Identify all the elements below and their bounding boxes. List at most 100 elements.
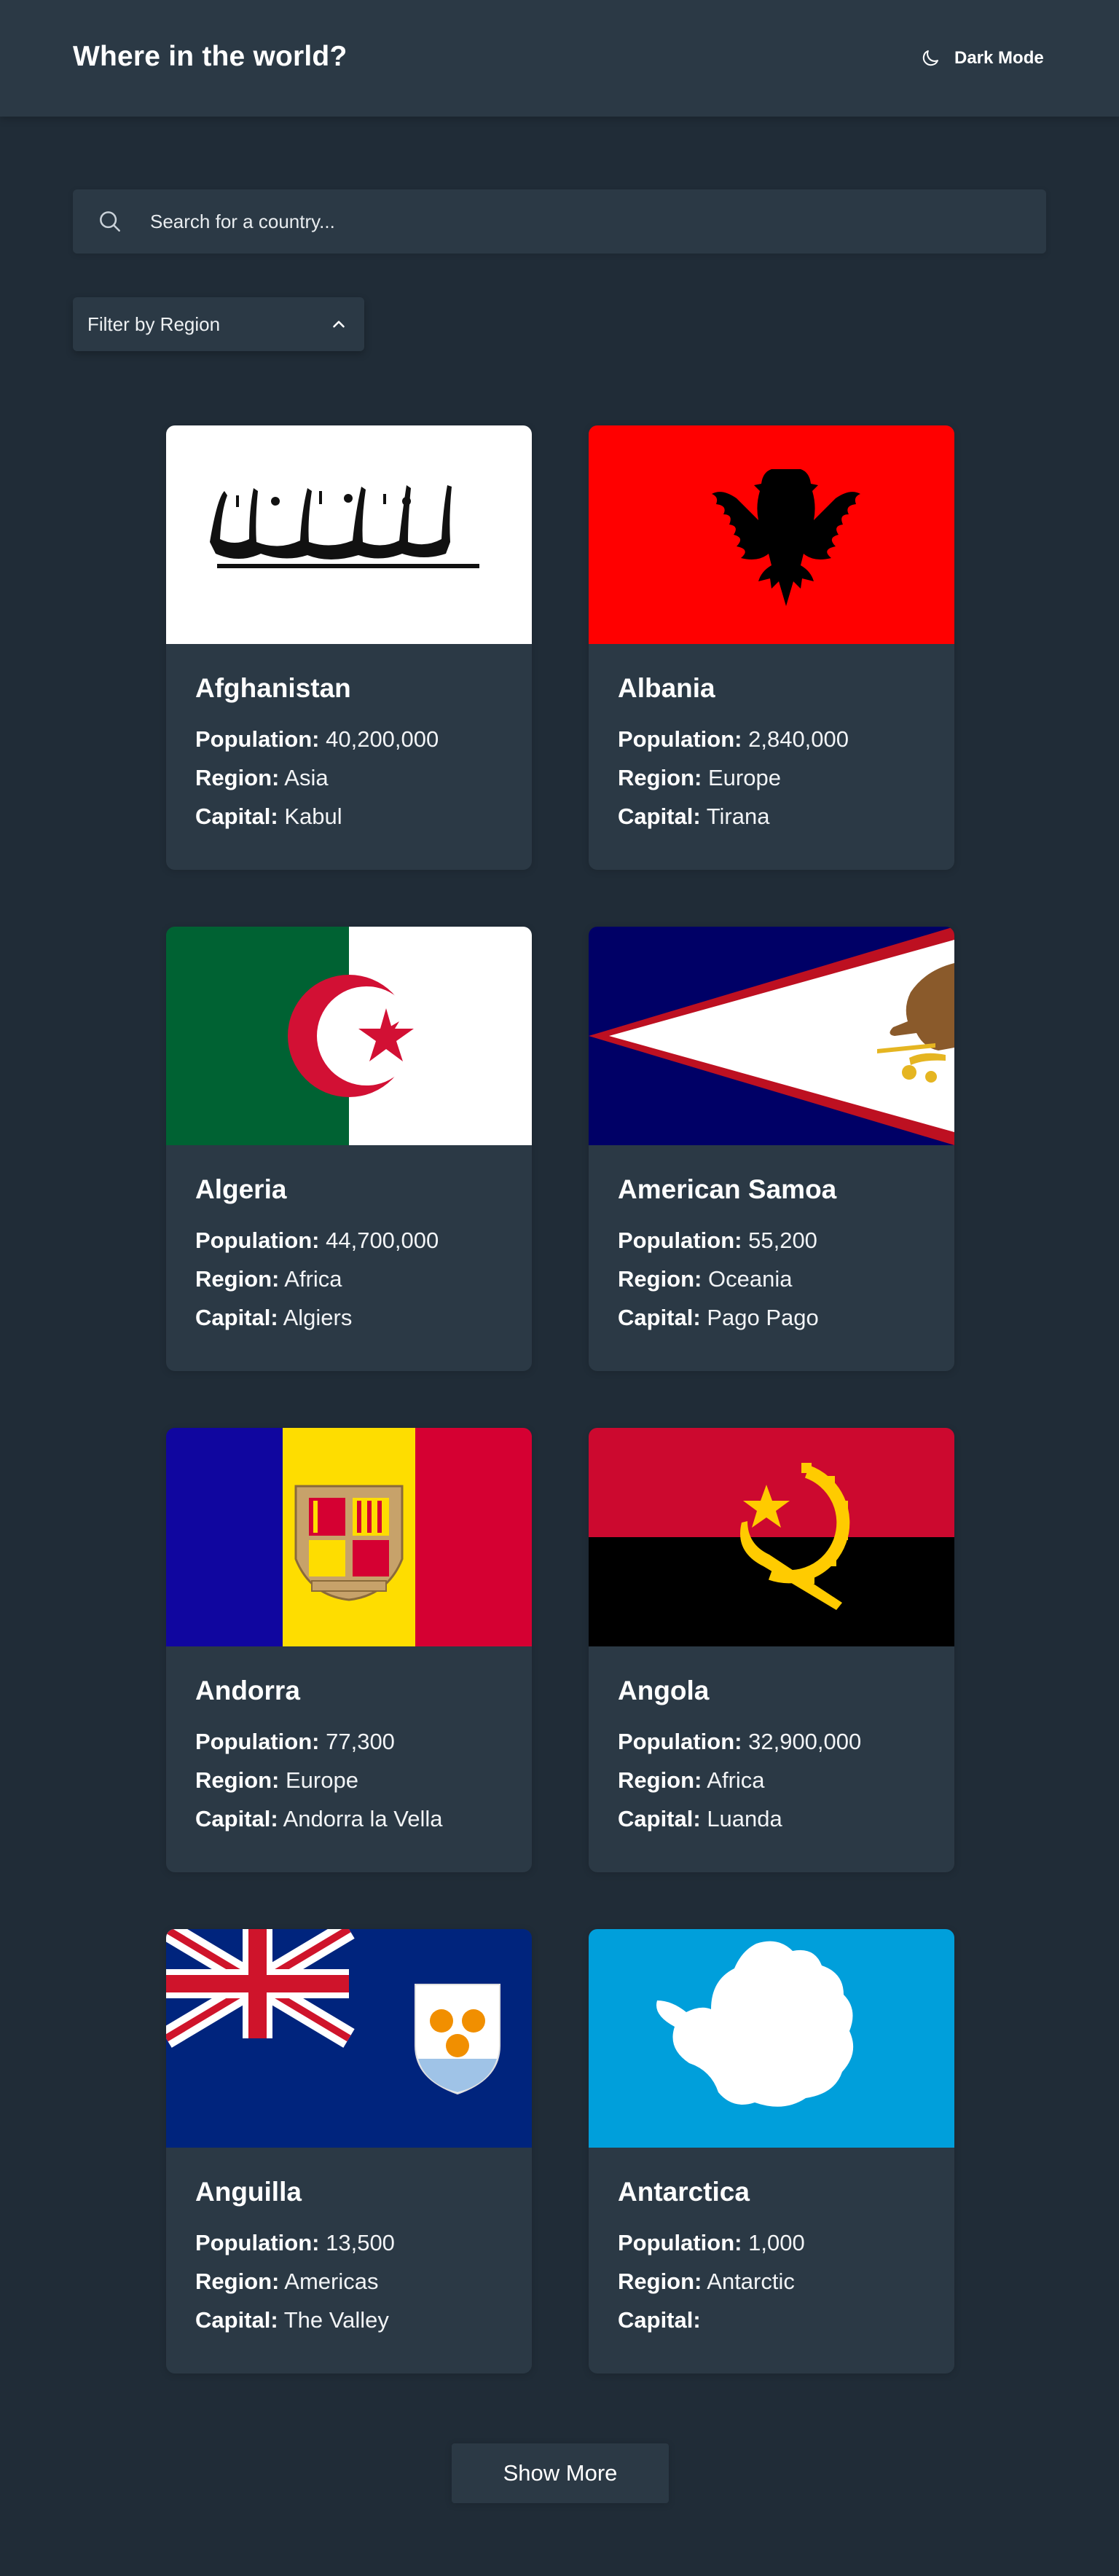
population-line: Population: 40,200,000: [195, 720, 503, 758]
population-value: 32,900,000: [748, 1729, 862, 1754]
country-card[interactable]: Antarctica Population: 1,000 Region: Ant…: [589, 1929, 954, 2373]
population-label: Population:: [618, 726, 742, 752]
region-value: Oceania: [708, 1266, 793, 1292]
angola-flag: [589, 1428, 954, 1646]
algeria-flag: [166, 927, 532, 1145]
capital-value: Pago Pago: [707, 1305, 819, 1330]
antarctica-flag: [589, 1929, 954, 2148]
andorra-flag: [166, 1428, 532, 1646]
country-card[interactable]: Anguilla Population: 13,500 Region: Amer…: [166, 1929, 532, 2373]
capital-label: Capital:: [195, 1305, 278, 1330]
capital-line: Capital: Tirana: [618, 797, 925, 836]
population-value: 2,840,000: [748, 726, 849, 752]
population-label: Population:: [618, 1729, 742, 1754]
population-line: Population: 77,300: [195, 1722, 503, 1761]
region-filter-label: Filter by Region: [87, 313, 221, 335]
region-value: Africa: [707, 1767, 765, 1793]
capital-line: Capital: Andorra la Vella: [195, 1799, 503, 1838]
capital-line: Capital: The Valley: [195, 2301, 503, 2339]
population-value: 44,700,000: [326, 1228, 439, 1253]
capital-label: Capital:: [618, 804, 701, 829]
search-bar: [73, 189, 1046, 254]
population-value: 77,300: [326, 1729, 395, 1754]
anguilla-flag: [166, 1929, 532, 2148]
region-value: Africa: [284, 1266, 342, 1292]
region-line: Region: Antarctic: [618, 2262, 925, 2301]
country-name: Angola: [618, 1676, 710, 1705]
moon-icon: [922, 50, 938, 66]
country-card[interactable]: Andorra Population: 77,300 Region: Europ…: [166, 1428, 532, 1872]
population-value: 1,000: [748, 2230, 805, 2255]
population-value: 55,200: [748, 1228, 817, 1253]
country-card[interactable]: Algeria Population: 44,700,000 Region: A…: [166, 927, 532, 1371]
capital-value: Algiers: [283, 1305, 353, 1330]
region-filter-dropdown[interactable]: Filter by Region: [73, 297, 364, 351]
country-name: Albania: [618, 673, 715, 703]
region-value: Europe: [708, 765, 781, 790]
region-value: Antarctic: [707, 2269, 795, 2294]
capital-label: Capital:: [195, 1806, 278, 1831]
capital-line: Capital: Algiers: [195, 1298, 503, 1337]
country-card[interactable]: Albania Population: 2,840,000 Region: Eu…: [589, 425, 954, 870]
region-label: Region:: [618, 1266, 702, 1292]
population-value: 40,200,000: [326, 726, 439, 752]
capital-value: Tirana: [706, 804, 770, 829]
population-label: Population:: [195, 2230, 320, 2255]
dark-mode-toggle[interactable]: Dark Mode: [919, 44, 1044, 73]
afghanistan-flag: [166, 425, 532, 644]
region-label: Region:: [195, 2269, 280, 2294]
population-label: Population:: [618, 1228, 742, 1253]
capital-line: Capital: Kabul: [195, 797, 503, 836]
population-label: Population:: [195, 1228, 320, 1253]
population-line: Population: 44,700,000: [195, 1221, 503, 1260]
population-label: Population:: [618, 2230, 742, 2255]
search-icon: [100, 211, 120, 232]
region-label: Region:: [618, 2269, 702, 2294]
search-input[interactable]: [150, 200, 1046, 243]
capital-line: Capital: Luanda: [618, 1799, 925, 1838]
region-label: Region:: [618, 765, 702, 790]
population-label: Population:: [195, 1729, 320, 1754]
population-line: Population: 32,900,000: [618, 1722, 925, 1761]
population-value: 13,500: [326, 2230, 395, 2255]
population-label: Population:: [195, 726, 320, 752]
region-line: Region: Americas: [195, 2262, 503, 2301]
capital-value: The Valley: [283, 2307, 389, 2333]
country-grid: Afghanistan Population: 40,200,000 Regio…: [166, 425, 954, 2373]
region-label: Region:: [195, 1266, 280, 1292]
capital-label: Capital:: [195, 804, 278, 829]
country-name: Andorra: [195, 1676, 300, 1705]
capital-label: Capital:: [618, 2307, 701, 2333]
chevron-up-icon: [333, 321, 345, 328]
population-line: Population: 2,840,000: [618, 720, 925, 758]
app-header: Where in the world? Dark Mode: [0, 0, 1119, 117]
region-label: Region:: [195, 1767, 280, 1793]
country-name: American Samoa: [618, 1174, 837, 1204]
region-label: Region:: [195, 765, 280, 790]
country-name: Algeria: [195, 1174, 287, 1204]
capital-label: Capital:: [618, 1305, 701, 1330]
country-card[interactable]: Afghanistan Population: 40,200,000 Regio…: [166, 425, 532, 870]
country-card[interactable]: Angola Population: 32,900,000 Region: Af…: [589, 1428, 954, 1872]
country-card[interactable]: American Samoa Population: 55,200 Region…: [589, 927, 954, 1371]
region-value: Europe: [286, 1767, 358, 1793]
capital-label: Capital:: [195, 2307, 278, 2333]
population-line: Population: 1,000: [618, 2223, 925, 2262]
capital-value: Luanda: [707, 1806, 782, 1831]
region-line: Region: Oceania: [618, 1260, 925, 1298]
region-line: Region: Asia: [195, 758, 503, 797]
capital-line: Capital:: [618, 2301, 925, 2339]
region-label: Region:: [618, 1767, 702, 1793]
capital-line: Capital: Pago Pago: [618, 1298, 925, 1337]
dark-mode-label: Dark Mode: [954, 48, 1044, 68]
region-value: Asia: [284, 765, 329, 790]
population-line: Population: 55,200: [618, 1221, 925, 1260]
region-line: Region: Europe: [195, 1761, 503, 1799]
country-name: Antarctica: [618, 2177, 750, 2207]
american-samoa-flag: [589, 927, 954, 1145]
region-line: Region: Europe: [618, 758, 925, 797]
show-more-button[interactable]: Show More: [452, 2443, 669, 2503]
capital-label: Capital:: [618, 1806, 701, 1831]
population-line: Population: 13,500: [195, 2223, 503, 2262]
albania-flag: [589, 425, 954, 644]
